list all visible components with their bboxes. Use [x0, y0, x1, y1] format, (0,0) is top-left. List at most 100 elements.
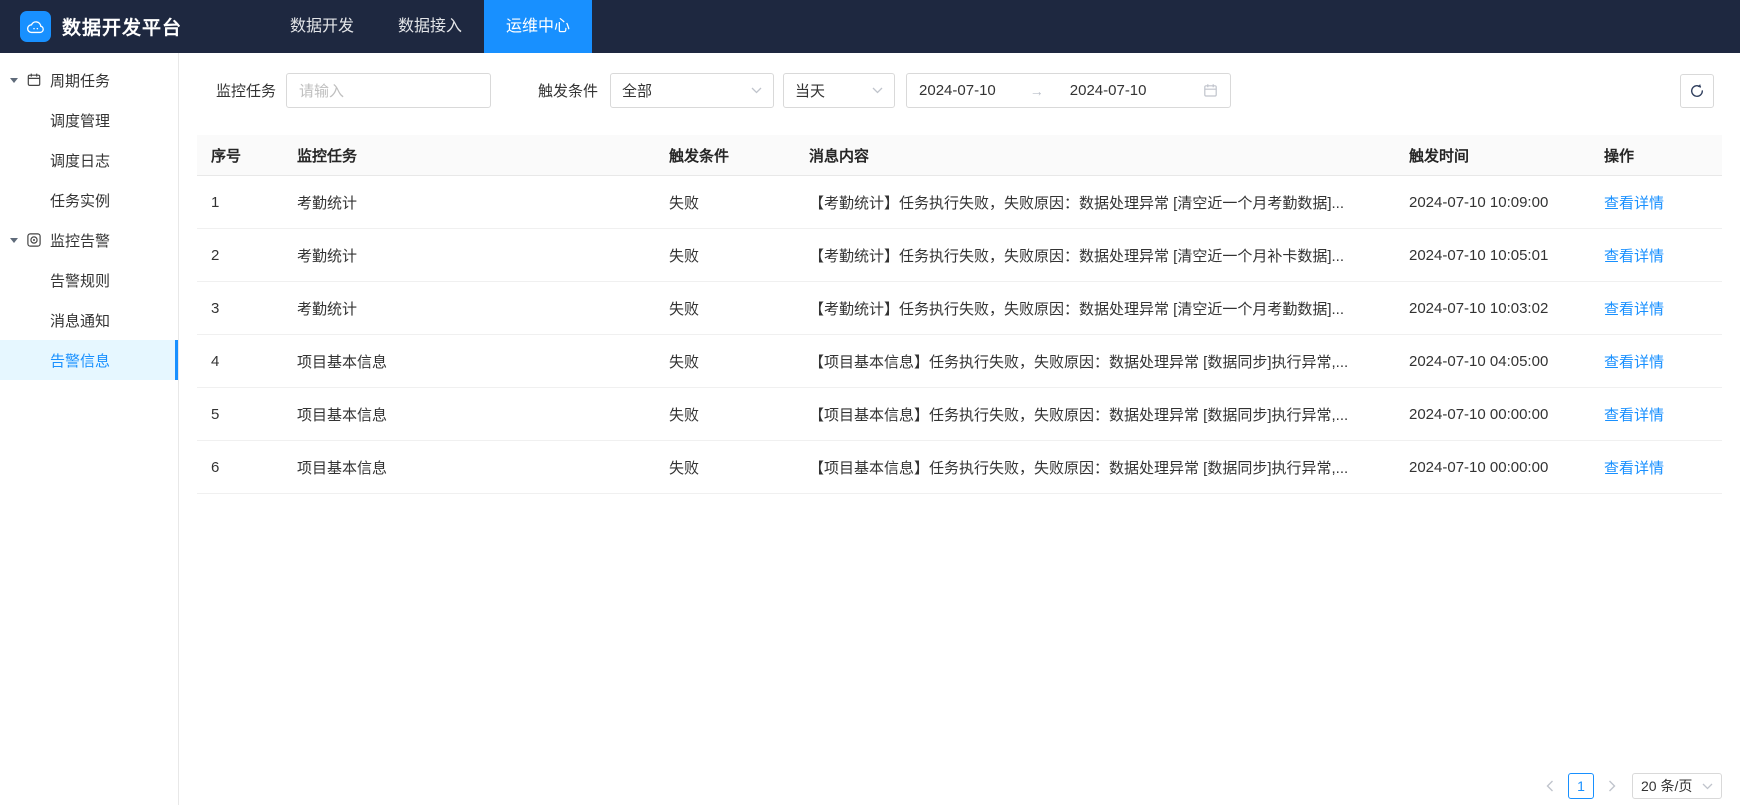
cell-message: 【项目基本信息】任务执行失败，失败原因：数据处理异常 [数据同步]执行异常,..… — [795, 404, 1395, 425]
col-header-task: 监控任务 — [283, 145, 655, 166]
sidebar-item-alert-info[interactable]: 告警信息 — [0, 340, 178, 380]
cell-time: 2024-07-10 10:03:02 — [1395, 300, 1590, 317]
cell-time: 2024-07-10 10:05:01 — [1395, 247, 1590, 264]
calendar-icon — [1203, 83, 1218, 98]
page-size-select[interactable]: 20 条/页 — [1632, 773, 1722, 799]
date-start-value: 2024-07-10 — [919, 82, 996, 99]
sidebar-item-alert-rules[interactable]: 告警规则 — [0, 260, 178, 300]
main-content: 监控任务 请输入 触发条件 全部 当天 2024-07-10 → 2024-0 — [179, 53, 1740, 805]
trigger-condition-select[interactable]: 全部 — [610, 73, 774, 108]
monitor-task-label: 监控任务 — [216, 80, 276, 101]
sidebar-item-schedule-management[interactable]: 调度管理 — [0, 100, 178, 140]
col-header-condition: 触发条件 — [655, 145, 795, 166]
calendar-icon — [26, 72, 42, 88]
table-row: 3 考勤统计 失败 【考勤统计】任务执行失败，失败原因：数据处理异常 [清空近一… — [197, 282, 1722, 335]
monitor-task-input[interactable]: 请输入 — [286, 73, 491, 108]
cell-task: 考勤统计 — [283, 245, 655, 266]
col-header-time: 触发时间 — [1395, 145, 1590, 166]
chevron-down-icon — [872, 87, 883, 94]
input-placeholder: 请输入 — [299, 80, 344, 101]
cell-task: 项目基本信息 — [283, 404, 655, 425]
col-header-index: 序号 — [197, 145, 283, 166]
cell-index: 5 — [197, 406, 283, 423]
cell-task: 项目基本信息 — [283, 351, 655, 372]
table-row: 4 项目基本信息 失败 【项目基本信息】任务执行失败，失败原因：数据处理异常 [… — [197, 335, 1722, 388]
chevron-left-icon — [1546, 780, 1554, 792]
cell-time: 2024-07-10 00:00:00 — [1395, 406, 1590, 423]
cell-message: 【考勤统计】任务执行失败，失败原因：数据处理异常 [清空近一个月考勤数据]... — [795, 298, 1395, 319]
date-range-picker[interactable]: 2024-07-10 → 2024-07-10 — [906, 73, 1231, 108]
select-value: 全部 — [622, 80, 652, 101]
tree-group-periodic-task[interactable]: 周期任务 — [0, 60, 178, 100]
refresh-button[interactable] — [1680, 74, 1714, 108]
cell-condition: 失败 — [655, 192, 795, 213]
cloud-logo-icon — [26, 18, 46, 36]
cell-condition: 失败 — [655, 298, 795, 319]
page-number-button[interactable]: 1 — [1568, 773, 1594, 799]
date-range-arrow-icon: → — [1030, 83, 1044, 99]
nav-tab-ops-center[interactable]: 运维中心 — [484, 0, 592, 53]
view-detail-link[interactable]: 查看详情 — [1604, 407, 1664, 424]
col-header-message: 消息内容 — [795, 145, 1395, 166]
caret-down-icon — [10, 78, 18, 83]
cell-message: 【项目基本信息】任务执行失败，失败原因：数据处理异常 [数据同步]执行异常,..… — [795, 457, 1395, 478]
cell-message: 【考勤统计】任务执行失败，失败原因：数据处理异常 [清空近一个月考勤数据]... — [795, 192, 1395, 213]
nav-tab-data-ingestion[interactable]: 数据接入 — [376, 0, 484, 53]
col-header-action: 操作 — [1590, 145, 1722, 166]
app-title: 数据开发平台 — [62, 13, 182, 40]
app-logo — [20, 11, 51, 42]
nav-tab-data-development[interactable]: 数据开发 — [268, 0, 376, 53]
cell-time: 2024-07-10 00:00:00 — [1395, 459, 1590, 476]
page-size-value: 20 条/页 — [1641, 776, 1692, 796]
cell-task: 考勤统计 — [283, 298, 655, 319]
tree-group-monitor-alert[interactable]: 监控告警 — [0, 220, 178, 260]
chevron-right-icon — [1608, 780, 1616, 792]
filter-bar: 监控任务 请输入 触发条件 全部 当天 2024-07-10 → 2024-0 — [216, 73, 1714, 108]
trigger-condition-label: 触发条件 — [538, 80, 598, 101]
caret-down-icon — [10, 238, 18, 243]
date-range-preset-select[interactable]: 当天 — [783, 73, 895, 108]
refresh-icon — [1689, 83, 1705, 99]
sidebar-item-schedule-log[interactable]: 调度日志 — [0, 140, 178, 180]
table-row: 6 项目基本信息 失败 【项目基本信息】任务执行失败，失败原因：数据处理异常 [… — [197, 441, 1722, 494]
table-header-row: 序号 监控任务 触发条件 消息内容 触发时间 操作 — [197, 135, 1722, 176]
table-row: 5 项目基本信息 失败 【项目基本信息】任务执行失败，失败原因：数据处理异常 [… — [197, 388, 1722, 441]
cell-message: 【项目基本信息】任务执行失败，失败原因：数据处理异常 [数据同步]执行异常,..… — [795, 351, 1395, 372]
cell-message: 【考勤统计】任务执行失败，失败原因：数据处理异常 [清空近一个月补卡数据]... — [795, 245, 1395, 266]
view-detail-link[interactable]: 查看详情 — [1604, 195, 1664, 212]
view-detail-link[interactable]: 查看详情 — [1604, 354, 1664, 371]
cell-task: 考勤统计 — [283, 192, 655, 213]
pagination: 1 20 条/页 — [1538, 773, 1722, 799]
tree-group-label: 监控告警 — [50, 230, 110, 251]
cell-task: 项目基本信息 — [283, 457, 655, 478]
prev-page-button[interactable] — [1538, 773, 1562, 799]
top-navbar: 数据开发平台 数据开发 数据接入 运维中心 — [0, 0, 1740, 53]
cell-time: 2024-07-10 04:05:00 — [1395, 353, 1590, 370]
chevron-down-icon — [751, 87, 762, 94]
sidebar-item-task-instance[interactable]: 任务实例 — [0, 180, 178, 220]
table-row: 1 考勤统计 失败 【考勤统计】任务执行失败，失败原因：数据处理异常 [清空近一… — [197, 176, 1722, 229]
cell-time: 2024-07-10 10:09:00 — [1395, 194, 1590, 211]
cell-index: 6 — [197, 459, 283, 476]
cell-condition: 失败 — [655, 245, 795, 266]
cell-condition: 失败 — [655, 351, 795, 372]
cell-index: 1 — [197, 194, 283, 211]
view-detail-link[interactable]: 查看详情 — [1604, 248, 1664, 265]
select-value: 当天 — [795, 80, 825, 101]
view-detail-link[interactable]: 查看详情 — [1604, 301, 1664, 318]
table-row: 2 考勤统计 失败 【考勤统计】任务执行失败，失败原因：数据处理异常 [清空近一… — [197, 229, 1722, 282]
cell-condition: 失败 — [655, 457, 795, 478]
alert-table: 序号 监控任务 触发条件 消息内容 触发时间 操作 1 考勤统计 失败 【考勤统… — [197, 135, 1722, 494]
view-detail-link[interactable]: 查看详情 — [1604, 460, 1664, 477]
cell-index: 3 — [197, 300, 283, 317]
date-end-value: 2024-07-10 — [1070, 82, 1147, 99]
top-nav-tabs: 数据开发 数据接入 运维中心 — [268, 0, 592, 53]
monitor-icon — [26, 232, 42, 248]
next-page-button[interactable] — [1600, 773, 1624, 799]
tree-group-label: 周期任务 — [50, 70, 110, 91]
cell-index: 2 — [197, 247, 283, 264]
cell-condition: 失败 — [655, 404, 795, 425]
cell-index: 4 — [197, 353, 283, 370]
sidebar-item-message-notification[interactable]: 消息通知 — [0, 300, 178, 340]
chevron-down-icon — [1702, 783, 1713, 790]
